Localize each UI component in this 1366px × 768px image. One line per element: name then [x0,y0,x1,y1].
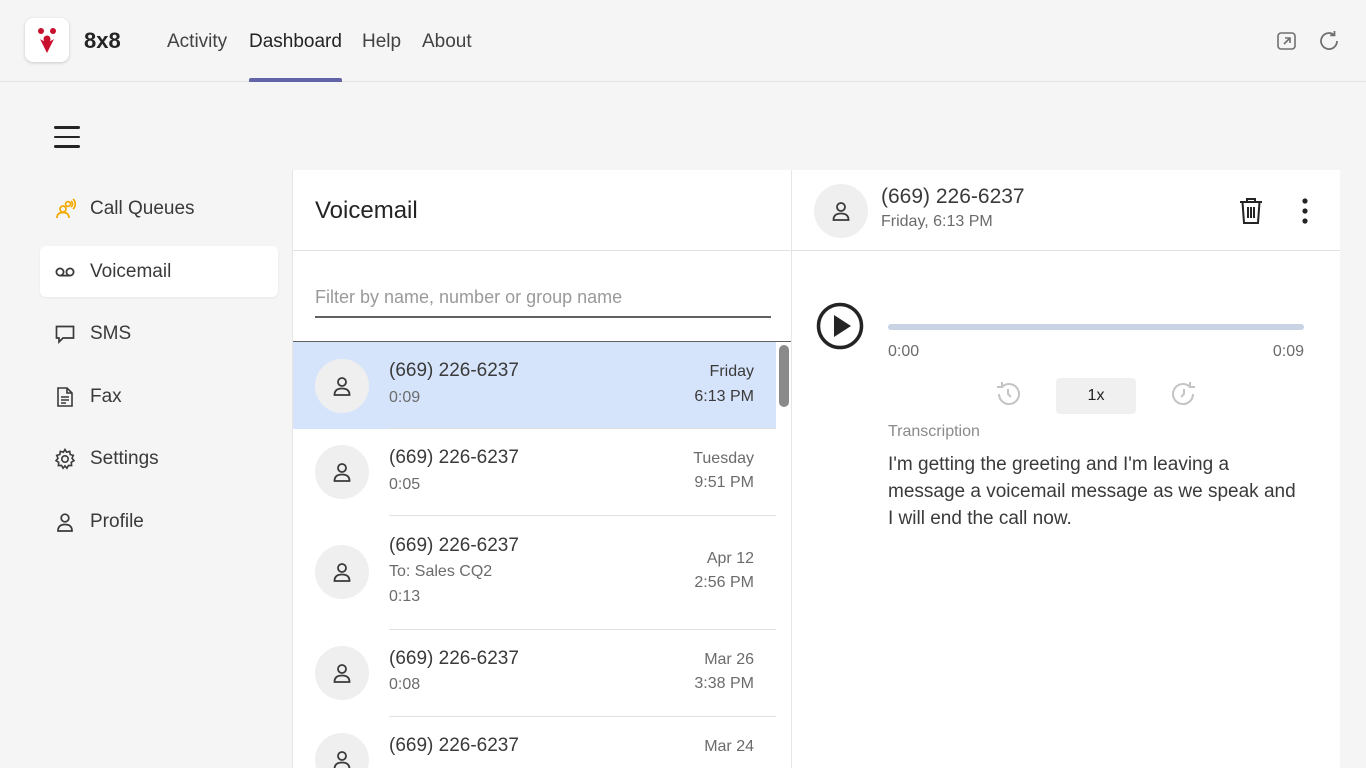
voicemail-time: 3:38 PM [694,675,754,692]
avatar [315,359,369,413]
sidebar: Call Queues Voicemail SMS Fax Settings P… [26,170,292,768]
call-queues-icon [54,197,76,220]
app-name: 8x8 [84,28,121,53]
caller-number: (669) 226-6237 [389,360,519,381]
tab-activity-label: Activity [167,31,228,52]
divider [792,250,1340,251]
play-button[interactable] [816,302,864,350]
refresh-icon[interactable] [1317,29,1341,53]
playback-progress-bar[interactable] [888,324,1304,330]
sidebar-item-call-queues-label: Call Queues [90,197,195,219]
voicemail-duration: 0:08 [389,676,421,693]
voicemail-time: 9:51 PM [694,474,754,491]
detail-caller-number: (669) 226-6237 [881,185,1025,208]
avatar [315,733,369,768]
sidebar-item-settings-label: Settings [90,447,159,469]
forward-icon [1172,382,1195,406]
transcription-text: I'm getting the greeting and I'm leaving… [888,454,1296,529]
sidebar-item-sms[interactable]: SMS [40,308,278,359]
list-scrollbar[interactable] [779,345,789,407]
person-icon [333,377,351,396]
caller-number: (669) 226-6237 [389,447,519,468]
voicemail-day: Mar 26 [704,651,754,668]
voicemail-row[interactable]: (669) 226-6237 Mar 24 [293,717,776,768]
more-vertical-icon [1302,198,1308,224]
rewind-icon [997,382,1020,406]
voicemail-day: Mar 24 [704,738,754,755]
divider [293,250,791,251]
hamburger-menu-icon[interactable] [54,126,80,148]
caller-number: (669) 226-6237 [389,535,519,556]
sidebar-item-profile-label: Profile [90,510,144,532]
sidebar-item-voicemail[interactable]: Voicemail [40,246,278,297]
voicemail-icon [54,261,76,283]
play-icon [816,302,864,350]
voicemail-detail-panel: (669) 226-6237 Friday, 6:13 PM 0:00 0:09… [792,170,1340,768]
popout-icon[interactable] [1275,29,1299,53]
caller-number: (669) 226-6237 [389,648,519,669]
transcription-label: Transcription [888,423,980,440]
gear-icon [54,447,76,470]
voicemail-list-panel: Voicemail (669) 226-6237 0:09 Friday 6:1… [292,170,792,768]
sidebar-item-fax-label: Fax [90,385,122,407]
fax-icon [54,386,76,408]
avatar [315,545,369,599]
voicemail-recipient: To: Sales CQ2 [389,563,493,580]
tab-dashboard-label: Dashboard [249,31,342,52]
avatar [814,184,868,238]
voicemail-row[interactable]: (669) 226-6237 0:09 Friday 6:13 PM [293,342,776,429]
voicemail-duration: 0:13 [389,588,421,605]
menu-bar [26,104,1340,170]
person-icon [333,751,351,768]
forward-button[interactable] [1168,378,1200,410]
tab-about[interactable]: About [422,31,472,82]
person-icon [832,202,850,221]
sidebar-item-voicemail-label: Voicemail [90,260,172,282]
list-title: Voicemail [315,197,418,224]
voicemail-day: Friday [709,363,754,380]
sidebar-item-sms-label: SMS [90,322,132,344]
delete-button[interactable] [1236,196,1266,226]
tab-activity[interactable]: Activity [167,31,227,82]
person-icon [333,563,351,582]
detail-date: Friday, 6:13 PM [881,213,993,230]
caller-number: (669) 226-6237 [389,735,519,756]
tab-help[interactable]: Help [362,31,401,82]
active-tab-indicator [249,78,342,82]
voicemail-time: 6:13 PM [694,388,754,405]
top-bar: 8x8 Activity Dashboard Help About [0,0,1366,82]
sidebar-item-fax[interactable]: Fax [40,371,278,422]
tab-about-label: About [422,31,472,52]
sidebar-item-profile[interactable]: Profile [40,496,278,547]
more-options-button[interactable] [1290,196,1320,226]
avatar [315,445,369,499]
sidebar-item-call-queues[interactable]: Call Queues [40,183,278,234]
tab-dashboard[interactable]: Dashboard [249,31,342,82]
sidebar-item-settings[interactable]: Settings [40,433,278,484]
person-icon [333,463,351,482]
person-icon [54,511,76,533]
filter-input[interactable] [315,278,771,318]
playback-current-time: 0:00 [888,343,920,360]
rewind-button[interactable] [992,378,1024,410]
voicemail-row[interactable]: (669) 226-6237 0:08 Mar 26 3:38 PM [293,630,776,717]
8x8-logo-icon [38,28,56,53]
playback-speed-button[interactable]: 1x [1056,378,1136,414]
voicemail-day: Apr 12 [706,550,754,567]
person-icon [333,664,351,683]
avatar [315,646,369,700]
voicemail-row[interactable]: (669) 226-6237 To: Sales CQ2 0:13 Apr 12… [293,516,776,630]
app-logo[interactable] [25,18,69,62]
playback-total-time: 0:09 [1272,343,1304,360]
voicemail-time: 2:56 PM [694,574,754,591]
voicemail-row[interactable]: (669) 226-6237 0:05 Tuesday 9:51 PM [293,429,776,516]
voicemail-duration: 0:05 [389,476,421,493]
trash-icon [1240,198,1262,224]
voicemail-duration: 0:09 [389,389,421,406]
tab-help-label: Help [362,31,402,52]
voicemail-day: Tuesday [693,450,754,467]
sms-icon [54,323,76,345]
